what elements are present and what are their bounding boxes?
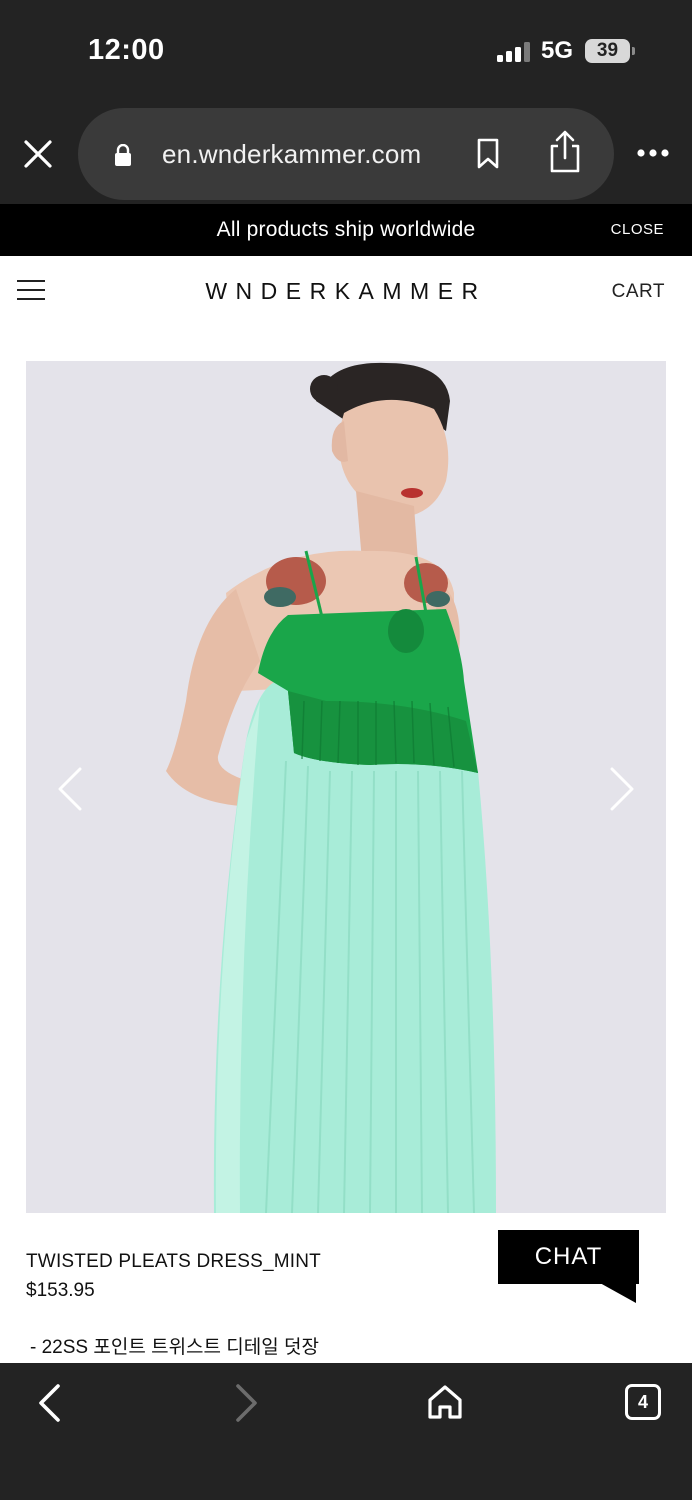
browser-bar: en.wnderkammer.com [0, 104, 692, 204]
brand-logo[interactable]: WNDERKAMMER [0, 278, 692, 305]
bookmark-icon[interactable] [476, 138, 500, 170]
signal-icon [497, 42, 530, 62]
product-name: TWISTED PLEATS DRESS_MINT [26, 1251, 321, 1272]
close-icon[interactable] [22, 138, 54, 170]
product-page: WNDERKAMMER CART TWISTED PLEATS DRESS_MI… [0, 256, 692, 1363]
more-icon[interactable] [636, 148, 670, 158]
product-photo [26, 361, 666, 1213]
network-label: 5G [541, 37, 574, 64]
announcement-close-button[interactable]: CLOSE [611, 221, 664, 238]
status-time: 12:00 [88, 34, 165, 66]
chat-button[interactable]: CHAT [498, 1230, 639, 1284]
gallery-prev-icon[interactable] [56, 767, 84, 811]
url-text: en.wnderkammer.com [162, 139, 422, 169]
announcement-text: All products ship worldwide [216, 218, 476, 241]
cart-link[interactable]: CART [612, 281, 665, 303]
address-bar[interactable]: en.wnderkammer.com [78, 108, 614, 200]
product-description: - 22SS 포인트 트위스트 디테일 덧장 [30, 1337, 319, 1358]
product-price: $153.95 [26, 1280, 95, 1301]
chat-bubble-tail-icon [600, 1283, 636, 1303]
back-icon[interactable] [36, 1383, 64, 1423]
share-icon[interactable] [548, 130, 582, 174]
status-bar: 12:00 5G 39 [0, 0, 692, 104]
browser-toolbar: 4 [0, 1363, 692, 1500]
home-icon[interactable] [426, 1383, 464, 1421]
gallery-next-icon[interactable] [608, 767, 636, 811]
announcement-bar: All products ship worldwide CLOSE [0, 204, 692, 256]
product-image-gallery[interactable] [26, 361, 666, 1213]
lock-icon [115, 144, 131, 166]
forward-icon[interactable] [232, 1383, 260, 1423]
battery-icon: 39 [585, 39, 635, 63]
tabs-count-button[interactable]: 4 [625, 1384, 661, 1420]
